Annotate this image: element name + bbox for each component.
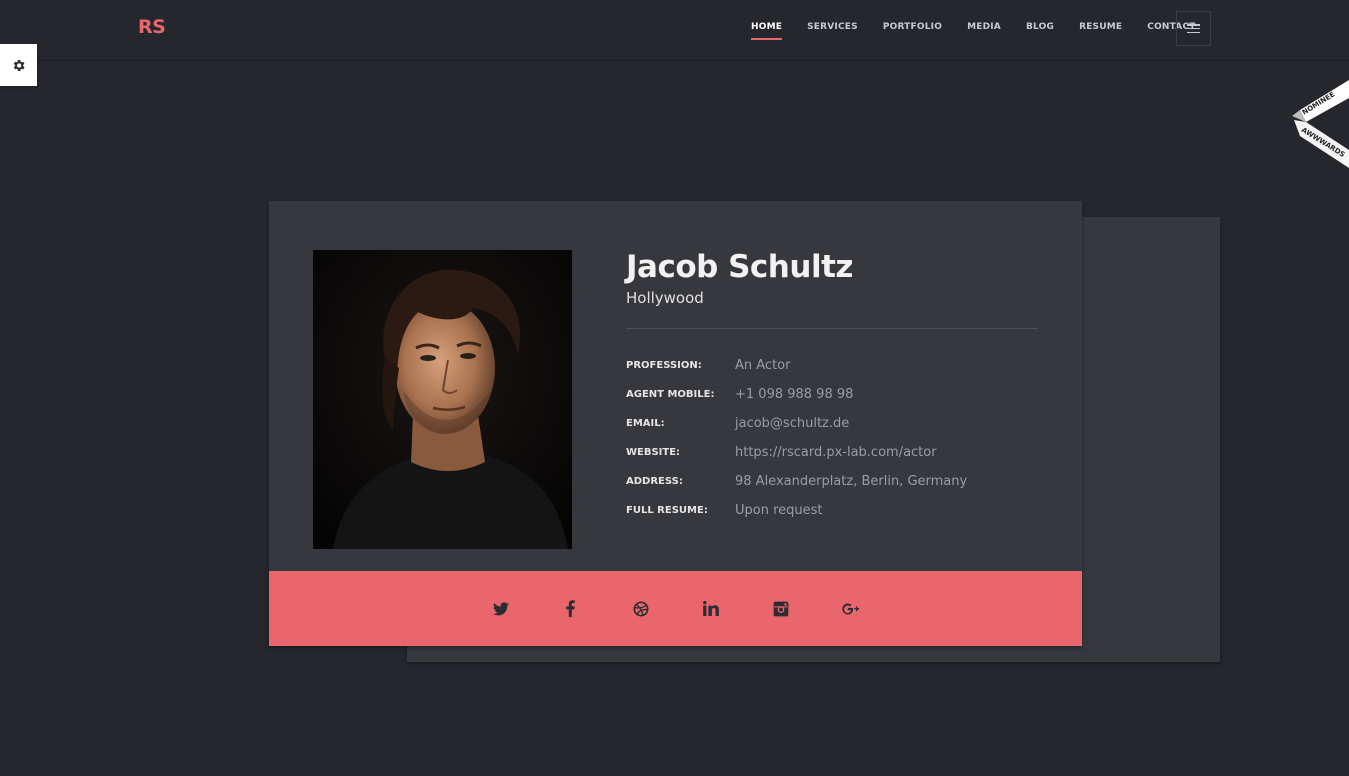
- facebook-icon[interactable]: [536, 600, 606, 617]
- detail-value: Upon request: [735, 503, 823, 518]
- social-links-bar: [269, 571, 1082, 646]
- profile-location: Hollywood: [626, 289, 704, 307]
- profile-card: Jacob Schultz Hollywood PROFESSION: An A…: [269, 201, 1082, 646]
- awwwards-nominee-ribbon[interactable]: NOMINEE AWWWARDS: [1288, 76, 1349, 172]
- logo-rs: RS: [138, 16, 166, 38]
- detail-label: ADDRESS:: [626, 476, 683, 487]
- profile-details: PROFESSION: An Actor AGENT MOBILE: +1 09…: [626, 351, 1046, 525]
- detail-label: AGENT MOBILE:: [626, 389, 715, 400]
- dribbble-icon[interactable]: [606, 601, 676, 617]
- detail-value: +1 098 988 98 98: [735, 387, 854, 402]
- menu-button[interactable]: [1176, 11, 1211, 46]
- nav-home[interactable]: HOME: [751, 22, 783, 40]
- google-plus-icon[interactable]: [816, 601, 886, 617]
- profile-photo: [313, 250, 572, 549]
- detail-label: WEBSITE:: [626, 447, 681, 458]
- website-link[interactable]: https://rscard.px-lab.com/actor: [735, 445, 937, 460]
- detail-value: 98 Alexanderplatz, Berlin, Germany: [735, 474, 968, 489]
- detail-label: PROFESSION:: [626, 360, 702, 371]
- main-nav: HOME SERVICES PORTFOLIO MEDIA BLOG RESUM…: [751, 22, 1196, 40]
- nav-blog[interactable]: BLOG: [1026, 22, 1054, 38]
- gear-icon: [13, 59, 25, 71]
- detail-row-full-resume: FULL RESUME: Upon request: [626, 496, 1046, 525]
- top-navbar: RScard HOME SERVICES PORTFOLIO MEDIA BLO…: [0, 0, 1349, 662]
- twitter-icon[interactable]: [466, 601, 536, 616]
- instagram-icon[interactable]: [746, 601, 816, 617]
- hamburger-icon: [1187, 24, 1200, 33]
- detail-row-address: ADDRESS: 98 Alexanderplatz, Berlin, Germ…: [626, 467, 1046, 496]
- nav-media[interactable]: MEDIA: [967, 22, 1001, 38]
- detail-row-profession: PROFESSION: An Actor: [626, 351, 1046, 380]
- detail-value: An Actor: [735, 358, 791, 373]
- divider: [626, 328, 1038, 329]
- detail-label: FULL RESUME:: [626, 505, 708, 516]
- logo[interactable]: RScard: [138, 16, 1220, 662]
- nav-services[interactable]: SERVICES: [807, 22, 858, 38]
- detail-label: EMAIL:: [626, 418, 665, 429]
- nav-resume[interactable]: RESUME: [1079, 22, 1122, 38]
- detail-row-email: EMAIL: jacob@schultz.de: [626, 409, 1046, 438]
- ribbon-awwwards-text: AWWWARDS: [1300, 126, 1346, 159]
- linkedin-icon[interactable]: [676, 601, 746, 616]
- settings-button[interactable]: [0, 44, 37, 86]
- detail-row-website: WEBSITE: https://rscard.px-lab.com/actor: [626, 438, 1046, 467]
- email-link[interactable]: jacob@schultz.de: [735, 416, 849, 431]
- profile-name: Jacob Schultz: [626, 249, 853, 285]
- detail-row-agent-mobile: AGENT MOBILE: +1 098 988 98 98: [626, 380, 1046, 409]
- nav-portfolio[interactable]: PORTFOLIO: [883, 22, 942, 38]
